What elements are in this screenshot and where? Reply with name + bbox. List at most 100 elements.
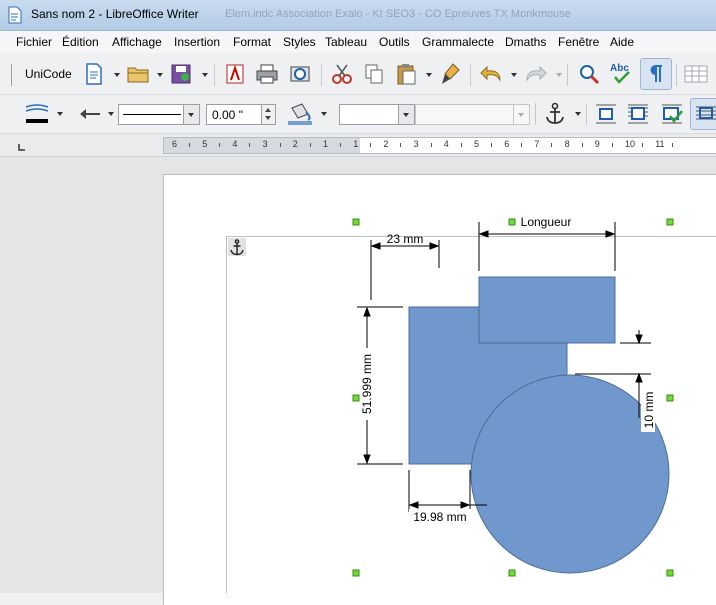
- ruler-tick-label: 6: [172, 139, 178, 149]
- selection-handle[interactable]: [352, 569, 360, 577]
- cut-scissors-icon[interactable]: [331, 63, 353, 85]
- dimension-label-10mm: 10 mm: [642, 392, 656, 429]
- save-icon[interactable]: [170, 63, 192, 85]
- menu-insertion[interactable]: Insertion: [174, 35, 220, 49]
- menu-affichage[interactable]: Affichage: [112, 35, 162, 49]
- dimension-label-longueur: Longueur: [521, 215, 572, 229]
- paste-dropdown-chevron-down-icon[interactable]: [426, 73, 432, 77]
- line-style-select[interactable]: [118, 104, 200, 125]
- new-document-icon[interactable]: [84, 63, 104, 85]
- line-style-icon[interactable]: [24, 103, 50, 125]
- line-width-stepper[interactable]: [261, 105, 275, 124]
- dimension-line-23mm[interactable]: [370, 240, 440, 300]
- wrap-page-icon[interactable]: [626, 103, 650, 125]
- open-folder-icon[interactable]: [126, 64, 150, 84]
- insert-table-icon[interactable]: [684, 64, 708, 84]
- ruler-scale[interactable]: 6 5 4 3 2 1 1 2 3 4 5 6 7 8 9 10 11: [163, 137, 716, 154]
- svg-text:Abc: Abc: [610, 63, 629, 74]
- redo-icon[interactable]: [523, 64, 547, 84]
- open-dropdown-chevron-down-icon[interactable]: [157, 73, 163, 77]
- menu-outils[interactable]: Outils: [379, 35, 410, 49]
- formatting-marks-toggle[interactable]: [640, 58, 672, 90]
- dimension-label-23mm: 23 mm: [387, 232, 424, 246]
- menu-bar: Fichier Édition Affichage Insertion Form…: [0, 31, 716, 53]
- menu-dmaths[interactable]: Dmaths: [505, 35, 546, 49]
- ruler-tick-mark: [249, 143, 251, 147]
- drawing-canvas[interactable]: Longueur 23 mm 51.999 mm 10 mm 19.98 mm: [0, 157, 716, 593]
- rectangle-shape[interactable]: [478, 276, 616, 344]
- menu-format[interactable]: Format: [233, 35, 271, 49]
- anchor-icon[interactable]: [543, 102, 567, 126]
- ruler-tick-mark: [370, 143, 372, 147]
- ruler-tick-label: 2: [383, 139, 389, 149]
- fill-color-select[interactable]: [415, 104, 530, 125]
- save-dropdown-chevron-down-icon[interactable]: [202, 73, 208, 77]
- ruler-tick-mark: [642, 143, 643, 147]
- ruler-tick-label: 5: [202, 139, 208, 149]
- wrap-off-icon[interactable]: [594, 103, 618, 125]
- export-pdf-icon[interactable]: [224, 63, 246, 85]
- paste-icon[interactable]: [396, 62, 418, 86]
- toolbar-grip[interactable]: [11, 64, 12, 86]
- selection-handle[interactable]: [352, 394, 360, 402]
- dimension-line-longueur[interactable]: [478, 222, 616, 271]
- ruler-tick-label: 9: [594, 139, 600, 149]
- find-replace-icon[interactable]: [577, 63, 601, 85]
- menu-grammalecte[interactable]: Grammalecte: [422, 35, 494, 49]
- redo-dropdown-chevron-down-icon[interactable]: [556, 73, 562, 77]
- anchor-dropdown-chevron-down-icon[interactable]: [575, 112, 581, 116]
- copy-icon[interactable]: [363, 63, 385, 85]
- line-style-dropdown-chevron-down-icon[interactable]: [57, 112, 63, 116]
- area-fill-bucket-icon[interactable]: [286, 102, 314, 126]
- decrement-chevron-down-icon[interactable]: [265, 116, 271, 120]
- horizontal-ruler[interactable]: 6 5 4 3 2 1 1 2 3 4 5 6 7 8 9 10 11: [0, 134, 716, 157]
- ruler-tick-mark: [521, 143, 523, 147]
- fill-color-select-arrow[interactable]: [513, 105, 529, 124]
- tab-stop-type-icon[interactable]: [18, 143, 26, 151]
- menu-aide[interactable]: Aide: [610, 35, 634, 49]
- arrow-style-icon[interactable]: [78, 105, 102, 123]
- undo-icon[interactable]: [480, 64, 504, 84]
- undo-dropdown-chevron-down-icon[interactable]: [511, 73, 517, 77]
- selection-handle[interactable]: [666, 569, 674, 577]
- menu-fichier[interactable]: Fichier: [16, 35, 52, 49]
- menu-tableau[interactable]: Tableau: [325, 35, 367, 49]
- line-style-select-arrow[interactable]: [183, 105, 199, 124]
- selection-handle[interactable]: [508, 218, 516, 226]
- title-bar: Sans nom 2 - LibreOffice Writer Elem.ind…: [0, 0, 716, 31]
- document-workspace[interactable]: Longueur 23 mm 51.999 mm 10 mm 19.98 mm: [0, 157, 716, 605]
- menu-styles[interactable]: Styles: [283, 35, 316, 49]
- ruler-tick-label: 2: [292, 139, 298, 149]
- ruler-tick-mark: [672, 143, 674, 147]
- clone-formatting-brush-icon[interactable]: [440, 62, 462, 86]
- print-preview-icon[interactable]: [288, 63, 312, 85]
- ruler-tick-label: 4: [443, 139, 449, 149]
- selection-handle[interactable]: [508, 569, 516, 577]
- menu-fenetre[interactable]: Fenêtre: [558, 35, 599, 49]
- selection-handle[interactable]: [666, 218, 674, 226]
- selection-handle[interactable]: [666, 394, 674, 402]
- spelling-check-icon[interactable]: Abc: [609, 60, 635, 86]
- writer-document-icon: [8, 6, 22, 24]
- selection-handle[interactable]: [352, 218, 360, 226]
- line-width-value: 0.00 ": [212, 108, 243, 122]
- increment-chevron-up-icon[interactable]: [265, 108, 271, 112]
- menu-edition[interactable]: Édition: [62, 35, 99, 49]
- line-width-spinbox[interactable]: 0.00 ": [206, 104, 276, 125]
- wrap-through-toggle[interactable]: [690, 98, 716, 130]
- print-icon[interactable]: [255, 64, 279, 84]
- area-style-select-arrow[interactable]: [398, 105, 414, 124]
- ruler-tick-label: 8: [564, 139, 570, 149]
- ruler-tick-label: 6: [504, 139, 510, 149]
- ruler-tick-mark: [611, 143, 613, 147]
- unicode-button[interactable]: UniCode: [25, 67, 72, 81]
- new-dropdown-chevron-down-icon[interactable]: [114, 73, 120, 77]
- separator: [321, 64, 322, 86]
- area-fill-dropdown-chevron-down-icon[interactable]: [321, 112, 327, 116]
- separator: [535, 103, 536, 125]
- wrap-optimal-icon[interactable]: [660, 103, 684, 125]
- ruler-tick-mark: [551, 143, 553, 147]
- area-style-select[interactable]: [339, 104, 415, 125]
- ruler-tick-label: 1: [323, 139, 329, 149]
- arrow-style-dropdown-chevron-down-icon[interactable]: [108, 112, 114, 116]
